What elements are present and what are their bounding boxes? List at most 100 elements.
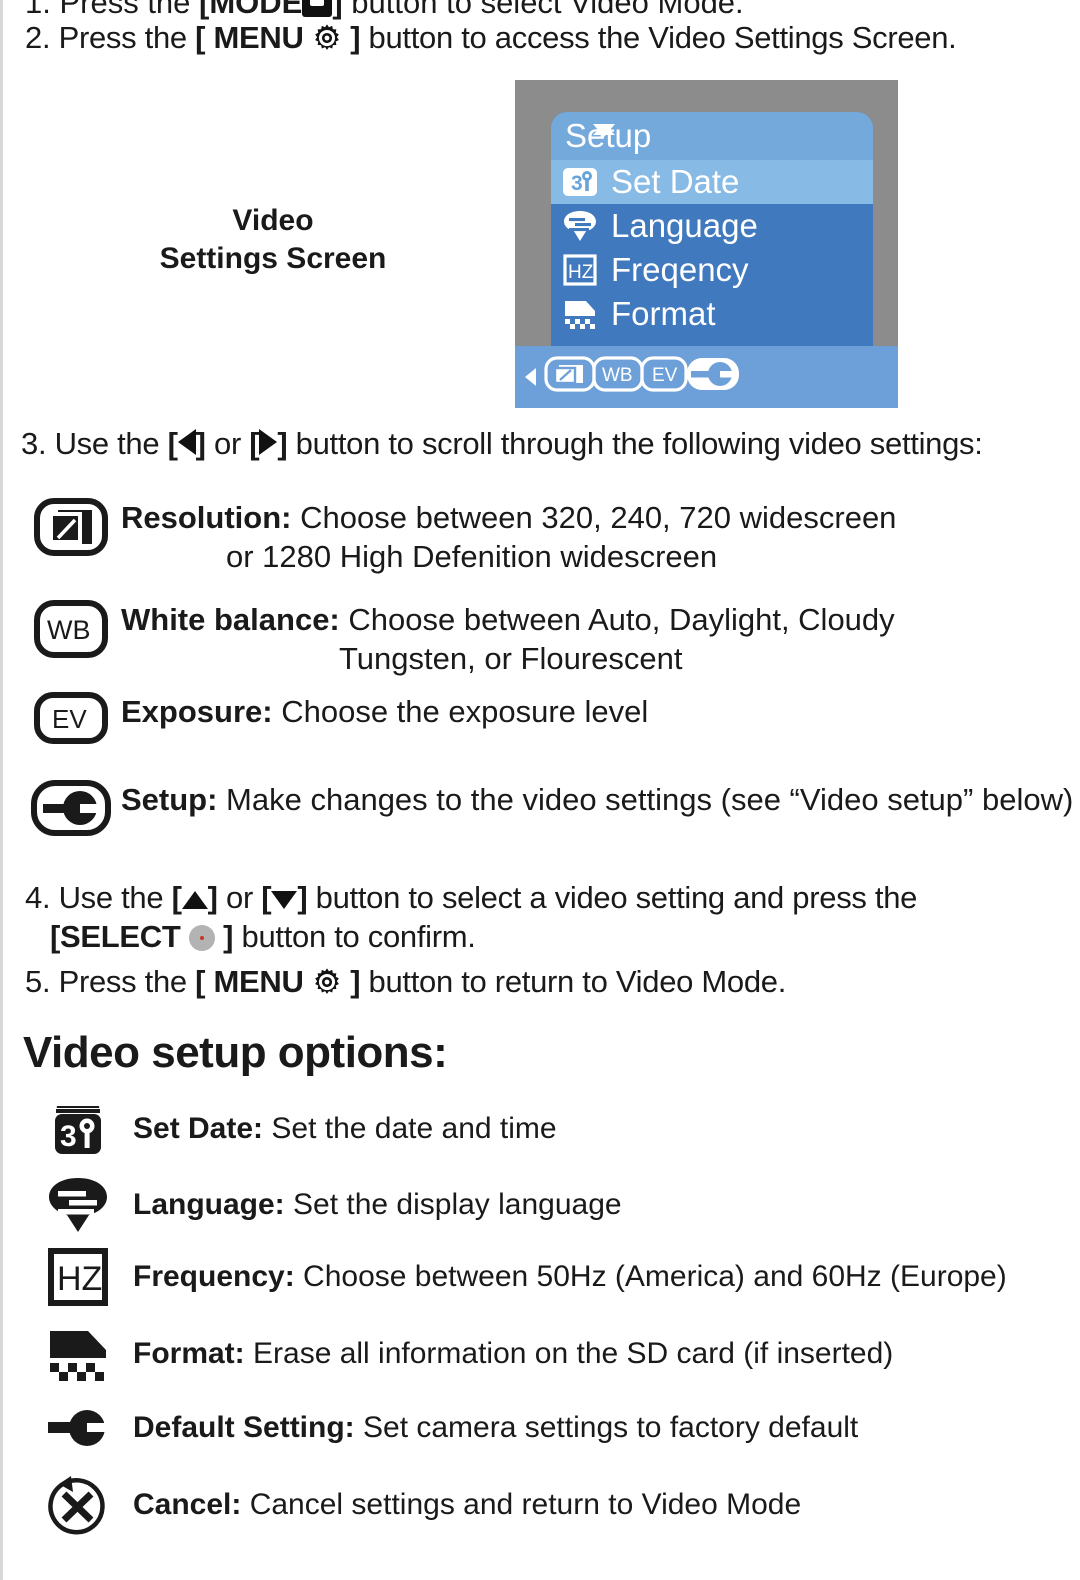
step-4-bracket-open-a: [ (171, 880, 182, 915)
option-row-frequency: HZ Frequency: Choose between 50Hz (Ameri… (23, 1248, 1007, 1306)
setting-text-white-balance: White balance: Choose between Auto, Dayl… (121, 600, 895, 678)
camera-menu-label: Language (611, 207, 758, 244)
step-1-suffix: button to select Video Mode. (342, 0, 744, 20)
toolbar-setup-wrench-icon[interactable] (684, 354, 742, 399)
step-1-prefix: 1. Press the (25, 0, 200, 20)
step-5-bold-close: ] (341, 964, 361, 999)
hz-icon: HZ (23, 1248, 133, 1306)
step-5: 5. Press the [ MENU ] button to return t… (25, 962, 786, 1006)
step-2-post: button to access the Video Settings Scre… (360, 20, 957, 55)
step-1-bold-close: ] (332, 0, 343, 20)
camera-menu-label: Format (611, 295, 716, 332)
step-2-bold-open: [ MENU (195, 20, 312, 55)
step-3: 3. Use the [] or [] button to scroll thr… (21, 424, 983, 463)
triangle-right-icon (259, 429, 278, 455)
hz-icon: HZ (559, 253, 601, 287)
language-icon (559, 209, 601, 243)
toolbar-resolution-icon[interactable] (544, 354, 596, 399)
option-row-set-date: 3 Set Date: Set the date and time (23, 1100, 557, 1158)
option-desc: Set camera settings to factory default (354, 1411, 859, 1444)
option-term: Default Setting: (133, 1411, 355, 1444)
step-1-bold: [MODE (199, 0, 303, 20)
step-3-number: 3. (21, 426, 47, 461)
step-3-bracket-open-a: [ (167, 426, 178, 461)
step-5-post: button to return to Video Mode. (360, 964, 787, 999)
step-4: 4. Use the [] or [] button to select a v… (25, 878, 917, 917)
format-icon (559, 297, 601, 331)
option-row-default-setting: Default Setting: Set camera settings to … (23, 1405, 858, 1451)
triangle-up-icon (181, 891, 208, 909)
language-icon (23, 1175, 133, 1235)
screen-caption-line1: Video (232, 204, 314, 237)
resolution-icon (21, 498, 121, 556)
default-wrench-icon (23, 1405, 133, 1451)
setting-term: Setup: (121, 782, 218, 817)
step-2-pre: Press the (50, 20, 196, 55)
step-3-bracket-close-a: ] (195, 426, 206, 461)
camera-menu-item-format[interactable]: Format (551, 292, 873, 336)
step-2-number: 2. (25, 20, 51, 55)
step-5-number: 5. (25, 964, 51, 999)
camera-toolbar: WB EV (515, 346, 898, 408)
option-desc: Erase all information on the SD card (if… (244, 1337, 894, 1370)
step-4-bracket-close-a: ] (207, 880, 218, 915)
svg-text:HZ: HZ (568, 262, 594, 283)
option-desc: Choose between 50Hz (America) and 60Hz (… (294, 1260, 1007, 1293)
option-term: Frequency: (133, 1260, 295, 1293)
gear-icon (312, 23, 342, 62)
format-icon (23, 1325, 133, 1383)
setting-term: Resolution: (121, 500, 292, 535)
option-term: Format: (133, 1337, 245, 1370)
setting-desc-1: Choose the exposure level (272, 694, 649, 729)
toolbar-ev-icon[interactable]: EV (640, 354, 688, 399)
gear-icon (312, 967, 342, 1006)
camera-menu-item-set-date[interactable]: 3 Set Date (551, 160, 873, 204)
step-3-mid: or (205, 426, 250, 461)
camera-menu-header: Setup (551, 112, 873, 160)
step-4-select-close: ] (223, 919, 234, 954)
step-4-line2: [SELECT ] button to confirm. (50, 917, 476, 956)
svg-text:EV: EV (652, 365, 678, 386)
svg-text:EV: EV (52, 704, 87, 734)
option-text-language: Language: Set the display language (133, 1186, 622, 1224)
option-desc: Cancel settings and return to Video Mode (241, 1488, 802, 1521)
toolbar-wb-icon[interactable]: WB (592, 354, 644, 399)
triangle-left-icon (177, 429, 196, 455)
option-term: Cancel: (133, 1488, 242, 1521)
option-text-set-date: Set Date: Set the date and time (133, 1110, 557, 1148)
option-text-format: Format: Erase all information on the SD … (133, 1335, 893, 1373)
set-date-icon: 3 (559, 165, 601, 199)
ev-icon: EV (21, 692, 121, 744)
setting-desc-1: Choose between Auto, Daylight, Cloudy (339, 602, 895, 637)
camera-menu-item-language[interactable]: Language (551, 204, 873, 248)
step-3-bracket-open-b: [ (249, 426, 260, 461)
setting-term: Exposure: (121, 694, 273, 729)
svg-text:WB: WB (47, 615, 91, 645)
setting-desc-2: Tungsten, or Flourescent (339, 641, 683, 676)
option-text-frequency: Frequency: Choose between 50Hz (America)… (133, 1258, 1007, 1296)
setting-row-setup: Setup: Make changes to the video setting… (21, 780, 1073, 836)
camera-screen-mockup: Setup 3 Set Date Language HZ Freqency Fo… (515, 80, 898, 408)
step-3-post: button to scroll through the following v… (287, 426, 983, 461)
setting-text-resolution: Resolution: Choose between 320, 240, 720… (121, 498, 896, 576)
step-4-bracket-close-b: ] (297, 880, 308, 915)
section-heading-video-setup-options: Video setup options: (23, 1028, 448, 1077)
triangle-down-icon (271, 891, 298, 909)
step-4-mid: or (217, 880, 262, 915)
option-row-format: Format: Erase all information on the SD … (23, 1325, 893, 1383)
select-dot-icon (188, 925, 215, 951)
option-text-cancel: Cancel: Cancel settings and return to Vi… (133, 1486, 801, 1524)
step-4-bracket-open-b: [ (261, 880, 272, 915)
caret-left-icon[interactable] (525, 367, 536, 386)
camera-menu-label: Set Date (611, 163, 740, 200)
manual-page: 1. Press the [MODE] button to select Vid… (0, 0, 1080, 1580)
camera-menu-item-frequency[interactable]: HZ Freqency (551, 248, 873, 292)
setting-text-setup: Setup: Make changes to the video setting… (121, 780, 1073, 819)
step-4-pre: Use the (50, 880, 172, 915)
set-date-icon: 3 (23, 1100, 133, 1158)
step-4-post: button to select a video setting and pre… (307, 880, 918, 915)
caret-down-icon[interactable] (593, 124, 615, 137)
step-5-pre: Press the (50, 964, 196, 999)
setting-row-white-balance: WB White balance: Choose between Auto, D… (21, 600, 895, 678)
setting-row-resolution: Resolution: Choose between 320, 240, 720… (21, 498, 896, 576)
